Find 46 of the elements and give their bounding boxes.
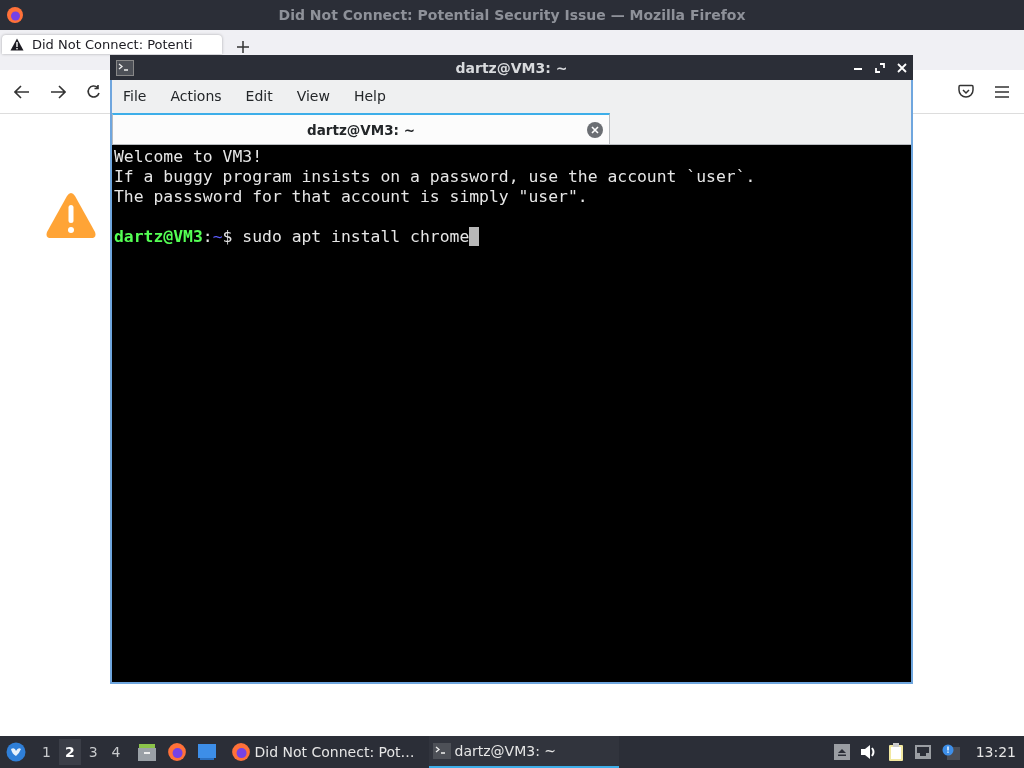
taskbar-task[interactable]: Did Not Connect: Pot… [226, 736, 423, 768]
output-line: The passsword for that account is simply "user". [114, 187, 588, 207]
window-title: dartz@VM3: ~ [455, 59, 568, 76]
workspace-button[interactable]: 1 [36, 739, 57, 765]
back-icon[interactable] [14, 84, 30, 99]
output-line: If a buggy program insists on a password, use the account `user`. [114, 167, 756, 187]
terminal-tab[interactable]: dartz@VM3: ~ [112, 113, 610, 144]
clock[interactable]: 13:21 [975, 744, 1016, 760]
terminal-area[interactable]: Welcome to VM3! If a buggy program insists on a password, use the account `user`. The passsword for that account is simply "user". dartz@VM3:~$ sudo apt install chrome [112, 145, 911, 682]
firefox-logo-icon [6, 6, 24, 24]
output-line: Welcome to VM3! [114, 147, 263, 167]
prompt-path: ~ [212, 227, 223, 247]
menu-icon[interactable] [994, 84, 1010, 99]
network-icon[interactable] [913, 744, 932, 760]
window-title: Did Not Connect: Potential Security Issue — Mozilla Firefox [278, 7, 746, 23]
desktop-icon[interactable] [196, 743, 217, 761]
workspace-button[interactable]: 2 [58, 739, 81, 765]
notification-icon[interactable] [941, 744, 960, 760]
reload-icon[interactable] [86, 83, 102, 100]
file-manager-icon[interactable] [136, 742, 157, 762]
command-text: $ sudo apt install chrome [222, 227, 470, 247]
browser-tab[interactable]: Did Not Connect: Potenti [2, 35, 222, 54]
pocket-icon[interactable] [958, 84, 974, 99]
warning-icon [10, 38, 24, 51]
start-menu-icon[interactable] [6, 742, 26, 762]
workspace-button[interactable]: 3 [82, 739, 104, 765]
maximize-icon[interactable] [875, 62, 885, 73]
firefox-icon [230, 742, 251, 762]
prompt-separator: : [202, 227, 213, 247]
menu-item[interactable]: Actions [169, 84, 231, 108]
workspace-button[interactable]: 4 [105, 739, 127, 765]
close-icon[interactable] [897, 62, 907, 73]
eject-icon[interactable] [833, 744, 850, 760]
menu-item[interactable]: View [295, 84, 339, 108]
taskbar-task[interactable]: dartz@VM3: ~ [428, 736, 619, 768]
terminal-icon [116, 59, 134, 76]
new-tab-icon[interactable] [236, 40, 250, 54]
warning-icon [45, 192, 97, 240]
prompt-user: dartz@VM3 [114, 227, 203, 247]
terminal-icon [432, 743, 451, 759]
firefox-icon[interactable] [166, 742, 187, 762]
forward-icon[interactable] [50, 84, 66, 99]
menu-item[interactable]: File [122, 84, 156, 108]
menu-item[interactable]: Help [352, 84, 395, 108]
clipboard-icon[interactable] [887, 743, 904, 761]
menu-item[interactable]: Edit [244, 84, 282, 108]
